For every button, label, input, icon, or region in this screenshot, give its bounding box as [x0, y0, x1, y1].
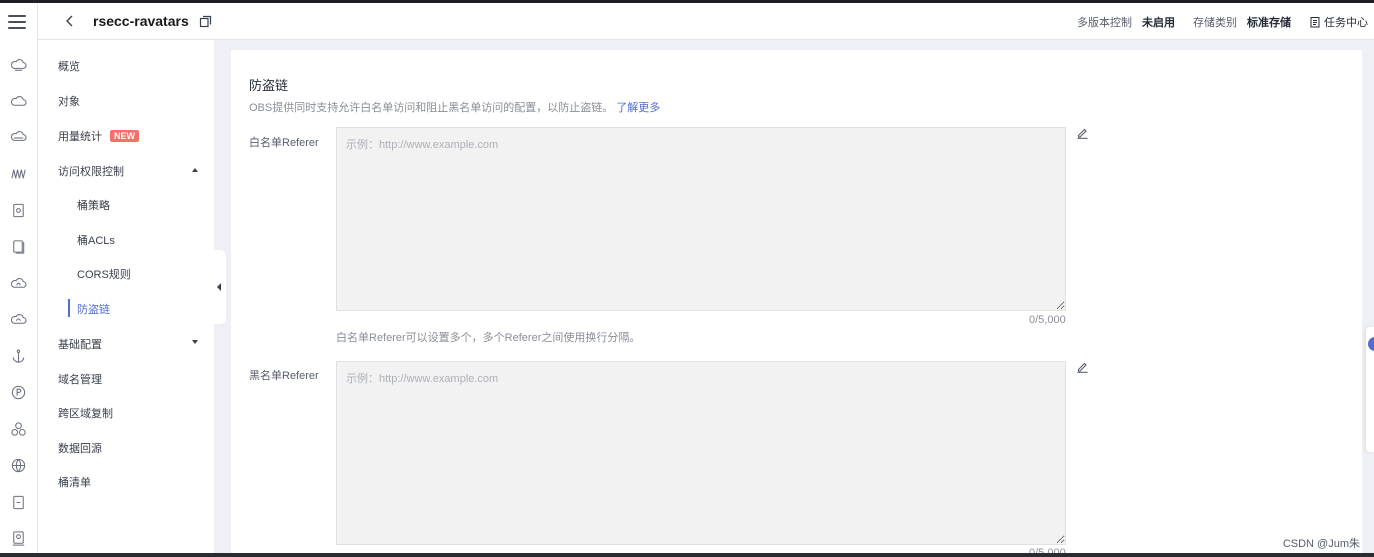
nav-cross-region-replication[interactable]: 跨区域复制 [58, 405, 113, 421]
cloud-icon[interactable] [9, 92, 27, 110]
blacklist-referer-input[interactable] [336, 361, 1066, 545]
description-text: OBS提供同时支持允许白名单访问和阻止黑名单访问的配置，以防止盗链。 [249, 102, 614, 114]
task-center-label: 任务中心 [1324, 17, 1368, 29]
nav-bucket-inventory[interactable]: 桶清单 [58, 474, 91, 490]
clipboard-icon [1310, 17, 1320, 28]
whitelist-hint: 白名单Referer可以设置多个，多个Referer之间使用换行分隔。 [336, 332, 641, 344]
nav-basic-config[interactable]: 基础配置 [58, 336, 102, 352]
new-badge: NEW [110, 130, 139, 142]
parking-icon[interactable] [9, 383, 27, 401]
storage-class-label: 存储类别 [1193, 17, 1237, 29]
report-icon[interactable] [9, 529, 27, 547]
section-description: OBS提供同时支持允许白名单访问和阻止黑名单访问的配置，以防止盗链。 了解更多 [249, 99, 660, 115]
help-bubble-icon[interactable] [1368, 337, 1374, 351]
file-copy-icon[interactable] [9, 237, 27, 255]
whitelist-counter: 0/5,000 [1029, 314, 1066, 326]
cloud-sync-icon[interactable] [9, 310, 27, 328]
nav-bucket-acls[interactable]: 桶ACLs [77, 232, 115, 248]
nav-usage-stats-label: 用量统计 [58, 131, 102, 143]
nav-overview-label: 概览 [58, 61, 80, 73]
collapse-sidebar-button[interactable] [214, 250, 226, 324]
wave-icon[interactable] [9, 164, 27, 182]
task-center-link[interactable]: 任务中心 [1309, 14, 1368, 30]
service-rail [0, 3, 38, 553]
whitelist-edit-icon[interactable] [1076, 126, 1089, 139]
top-header: rsecc-ravatars 多版本控制 未启用 存储类别 标准存储 任务中心 [38, 3, 1374, 40]
nav-hotlink-protection-label: 防盗链 [77, 304, 110, 316]
nav-overview[interactable]: 概览 [58, 58, 80, 74]
whitelist-referer-input[interactable] [336, 127, 1066, 311]
side-nav: 概览 对象 用量统计 NEW 访问权限控制 桶策略 桶ACLs CORS规则 防… [38, 40, 214, 553]
nav-data-back-to-source-label: 数据回源 [58, 443, 102, 455]
nav-domain-mgmt[interactable]: 域名管理 [58, 371, 102, 387]
nav-data-back-to-source[interactable]: 数据回源 [58, 440, 102, 456]
nav-bucket-policy[interactable]: 桶策略 [77, 197, 110, 213]
blacklist-edit-icon[interactable] [1076, 360, 1089, 373]
nav-objects[interactable]: 对象 [58, 93, 80, 109]
bottom-border [0, 553, 1374, 557]
back-arrow-icon[interactable] [62, 13, 78, 29]
nav-basic-config-label: 基础配置 [58, 339, 102, 351]
learn-more-link[interactable]: 了解更多 [616, 102, 660, 114]
nav-usage-stats[interactable]: 用量统计 NEW [58, 128, 139, 144]
anchor-icon[interactable] [9, 347, 27, 365]
cluster-icon[interactable] [9, 420, 27, 438]
bucket-name: rsecc-ravatars [93, 13, 189, 29]
blacklist-label: 黑名单Referer [249, 370, 319, 382]
nav-bucket-inventory-label: 桶清单 [58, 477, 91, 489]
chevron-down-icon[interactable] [192, 340, 198, 344]
cloud-home-icon[interactable] [9, 274, 27, 292]
section-title: 防盗链 [249, 78, 289, 93]
globe-icon[interactable] [9, 456, 27, 474]
copy-icon[interactable] [199, 15, 212, 28]
chevron-up-icon[interactable] [192, 168, 198, 172]
nav-bucket-policy-label: 桶策略 [77, 200, 110, 212]
watermark: CSDN @Jum朱 [1282, 538, 1360, 550]
storage-class-value: 标准存储 [1247, 17, 1291, 29]
hotlink-protection-card: 防盗链 OBS提供同时支持允许白名单访问和阻止黑名单访问的配置，以防止盗链。 了解… [231, 50, 1362, 557]
nav-bucket-acls-label: 桶ACLs [77, 235, 115, 247]
versioning-label: 多版本控制 [1077, 17, 1132, 29]
nav-cors-rules-label: CORS规则 [77, 269, 131, 281]
cloud-storage-icon[interactable] [9, 56, 27, 74]
nav-hotlink-protection[interactable]: 防盗链 [77, 301, 110, 317]
nav-cross-region-replication-label: 跨区域复制 [58, 408, 113, 420]
cloud-disk-icon[interactable] [9, 128, 27, 146]
floating-help-panel [1366, 327, 1374, 452]
versioning-value: 未启用 [1142, 17, 1175, 29]
nav-cors-rules[interactable]: CORS规则 [77, 266, 131, 282]
nav-domain-mgmt-label: 域名管理 [58, 374, 102, 386]
header-info: 多版本控制 未启用 存储类别 标准存储 任务中心 [1077, 14, 1368, 30]
menu-icon[interactable] [8, 15, 26, 29]
file-icon[interactable] [9, 493, 27, 511]
nav-access-control-label: 访问权限控制 [58, 166, 124, 178]
nav-access-control[interactable]: 访问权限控制 [58, 163, 124, 179]
nav-objects-label: 对象 [58, 96, 80, 108]
active-indicator [68, 299, 70, 317]
document-icon[interactable] [9, 201, 27, 219]
whitelist-label: 白名单Referer [249, 137, 319, 149]
